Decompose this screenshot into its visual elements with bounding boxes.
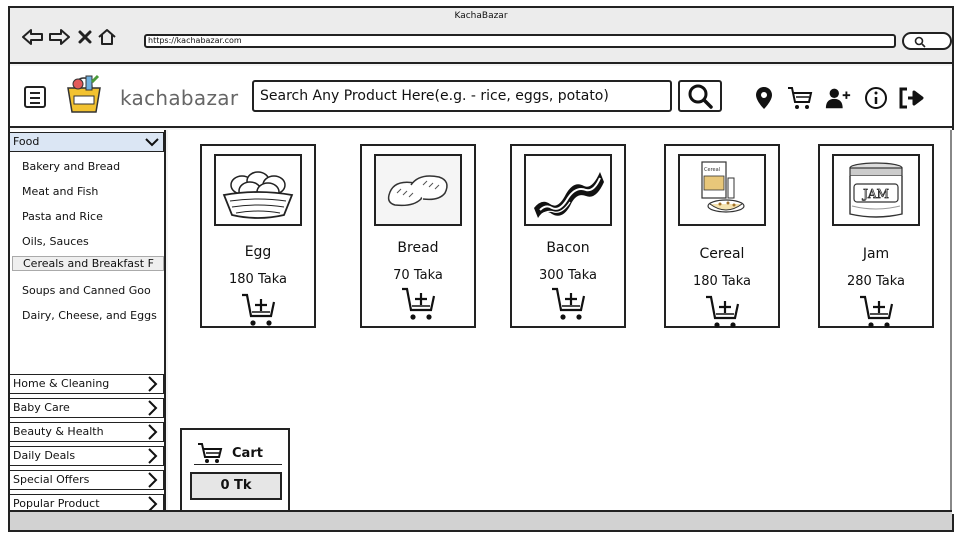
close-icon[interactable] bbox=[74, 26, 96, 48]
product-card[interactable]: JAM Jam 280 Taka bbox=[818, 144, 934, 328]
category-food[interactable]: Food bbox=[10, 132, 164, 152]
add-to-cart-icon[interactable] bbox=[704, 294, 742, 330]
subcategory-item[interactable]: Dairy, Cheese, and Eggs bbox=[22, 309, 164, 322]
home-icon[interactable] bbox=[96, 26, 118, 48]
category-daily-deals[interactable]: Daily Deals bbox=[10, 446, 164, 466]
shopping-bag-logo-icon bbox=[62, 72, 106, 116]
window-title: KachaBazar bbox=[454, 11, 508, 21]
cart-title: Cart bbox=[232, 446, 263, 461]
add-to-cart-icon[interactable] bbox=[240, 292, 278, 328]
subcategory-item[interactable]: Bakery and Bread bbox=[22, 160, 164, 173]
product-grid: Egg 180 Taka Bread 70 Taka Bacon 300 Tak… bbox=[168, 130, 954, 514]
category-beauty-health[interactable]: Beauty & Health bbox=[10, 422, 164, 442]
category-label: Beauty & Health bbox=[13, 425, 104, 438]
product-price: 180 Taka bbox=[229, 272, 287, 287]
product-name: Bacon bbox=[546, 240, 590, 256]
category-sidebar: Food Bakery and Bread Meat and Fish Past… bbox=[10, 130, 166, 514]
chevron-down-icon bbox=[145, 138, 159, 147]
cart-icon[interactable] bbox=[786, 84, 814, 112]
logo-text: kachabazar bbox=[120, 86, 239, 110]
category-special-offers[interactable]: Special Offers bbox=[10, 470, 164, 490]
product-card[interactable]: Cereal Cereal 180 Taka bbox=[664, 144, 780, 328]
app-header: kachabazar Search Any Product Here(e.g. … bbox=[10, 66, 952, 128]
subcategory-item[interactable]: Soups and Canned Goo bbox=[22, 284, 164, 297]
category-label: Daily Deals bbox=[13, 449, 76, 462]
status-bar bbox=[10, 510, 952, 530]
cart-divider bbox=[194, 464, 282, 465]
product-price: 300 Taka bbox=[539, 268, 597, 283]
product-name: Egg bbox=[244, 244, 272, 260]
chevron-right-icon bbox=[148, 424, 158, 440]
search-icon bbox=[688, 84, 713, 109]
product-name: Bread bbox=[397, 240, 439, 256]
product-search-input[interactable]: Search Any Product Here(e.g. - rice, egg… bbox=[252, 80, 672, 112]
add-to-cart-icon[interactable] bbox=[400, 286, 438, 322]
hamburger-menu-button[interactable] bbox=[24, 86, 46, 108]
category-baby-care[interactable]: Baby Care bbox=[10, 398, 164, 418]
vertical-scrollbar[interactable] bbox=[950, 130, 952, 514]
jam-jar-image: JAM bbox=[832, 154, 920, 226]
category-home-cleaning[interactable]: Home & Cleaning bbox=[10, 374, 164, 394]
product-price: 70 Taka bbox=[393, 268, 443, 283]
cart-total: 0 Tk bbox=[190, 472, 282, 500]
product-card[interactable]: Bacon 300 Taka bbox=[510, 144, 626, 328]
magnifier-icon bbox=[914, 36, 926, 48]
location-pin-icon[interactable] bbox=[750, 84, 778, 112]
category-label: Home & Cleaning bbox=[13, 377, 110, 390]
product-price: 180 Taka bbox=[693, 274, 751, 289]
product-price: 280 Taka bbox=[847, 274, 905, 289]
back-icon[interactable] bbox=[22, 26, 44, 48]
cereal-box-label: Cereal bbox=[704, 167, 720, 173]
bread-image bbox=[374, 154, 462, 226]
product-name: Cereal bbox=[699, 246, 745, 262]
search-button[interactable] bbox=[678, 80, 722, 112]
cart-summary[interactable]: Cart 0 Tk bbox=[180, 428, 290, 512]
product-card[interactable]: Egg 180 Taka bbox=[200, 144, 316, 328]
browser-search-field[interactable] bbox=[902, 32, 952, 50]
add-to-cart-icon[interactable] bbox=[550, 286, 588, 322]
subcategory-item[interactable]: Pasta and Rice bbox=[22, 210, 164, 223]
category-label: Special Offers bbox=[13, 473, 90, 486]
subcategory-item-selected[interactable]: Cereals and Breakfast F bbox=[12, 256, 164, 271]
chevron-right-icon bbox=[148, 448, 158, 464]
cereal-image: Cereal bbox=[678, 154, 766, 226]
add-user-icon[interactable] bbox=[824, 84, 852, 112]
chevron-right-icon bbox=[148, 376, 158, 392]
chevron-right-icon bbox=[148, 472, 158, 488]
logout-icon[interactable] bbox=[898, 84, 926, 112]
product-name: Jam bbox=[862, 246, 890, 262]
url-bar[interactable]: https://kachabazar.com bbox=[144, 34, 896, 48]
subcategory-item[interactable]: Oils, Sauces bbox=[22, 235, 164, 248]
egg-basket-image bbox=[214, 154, 302, 226]
category-label: Baby Care bbox=[13, 401, 70, 414]
add-to-cart-icon[interactable] bbox=[858, 294, 896, 330]
browser-titlebar: KachaBazar https://kachabazar.com bbox=[10, 8, 952, 64]
info-icon[interactable] bbox=[862, 84, 890, 112]
cart-icon bbox=[198, 443, 223, 463]
subcategory-item[interactable]: Meat and Fish bbox=[22, 185, 164, 198]
product-card[interactable]: Bread 70 Taka bbox=[360, 144, 476, 328]
forward-icon[interactable] bbox=[48, 26, 70, 48]
browser-window: KachaBazar https://kachabazar.com kachab… bbox=[8, 6, 954, 532]
category-label: Popular Product bbox=[13, 497, 100, 510]
bacon-image bbox=[524, 154, 612, 226]
chevron-right-icon bbox=[148, 400, 158, 416]
jam-jar-label: JAM bbox=[861, 187, 889, 201]
category-label: Food bbox=[13, 135, 40, 148]
